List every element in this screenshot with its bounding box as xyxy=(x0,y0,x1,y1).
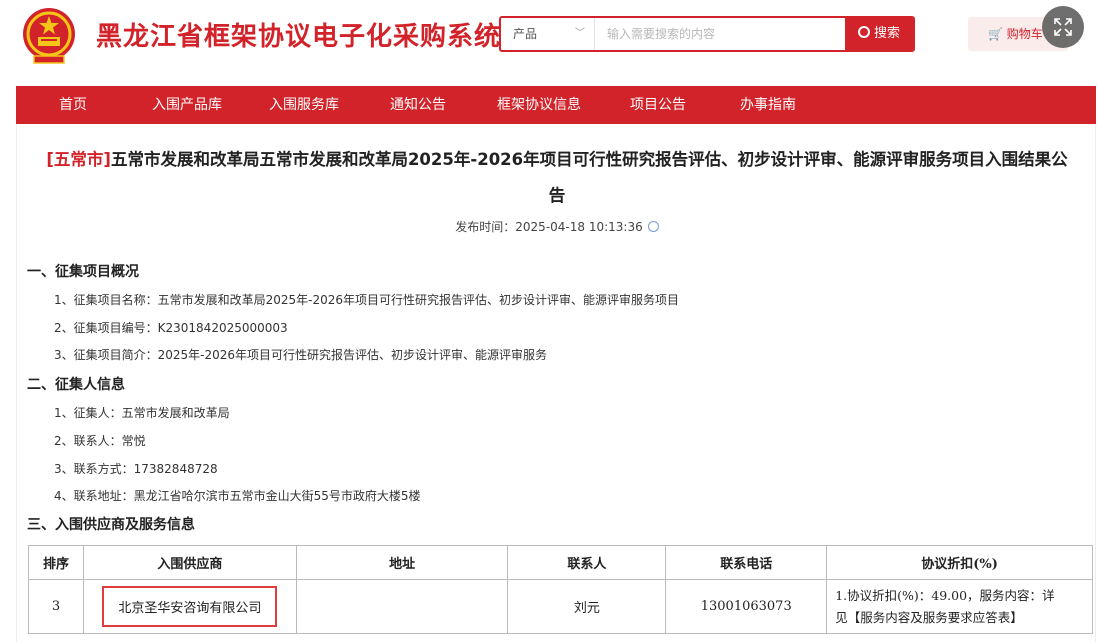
publish-time-value: 2025-04-18 10:13:36 xyxy=(515,220,643,234)
nav-notices[interactable]: 通知公告 xyxy=(390,86,446,124)
section-heading: 二、征集人信息 xyxy=(27,377,125,393)
site-title: 黑龙江省框架协议电子化采购系统 xyxy=(96,22,502,52)
cell-contact: 刘元 xyxy=(507,579,667,634)
section-item: 3、征集项目简介：2025年-2026年项目可行性研究报告评估、初步设计评审、能… xyxy=(54,348,548,362)
section-item: 1、征集项目名称：五常市发展和改革局2025年-2026年项目可行性研究报告评估… xyxy=(54,293,680,307)
cell-discount: 1.协议折扣(%)：49.00，服务内容：详 见【服务内容及服务要求应答表】 xyxy=(826,579,1093,634)
expand-button[interactable] xyxy=(1042,6,1084,48)
article-title-line1: 五常市发展和改革局五常市发展和改革局2025年-2026年项目可行性研究报告评估… xyxy=(110,150,1068,169)
section-heading: 三、入围供应商及服务信息 xyxy=(27,517,195,533)
cart-label: 购物车 xyxy=(1006,27,1043,41)
site-header: 黑龙江省框架协议电子化采购系统 产品 ﹀ 搜索 🛒 购物车 xyxy=(0,0,1098,86)
cell-supplier: 北京圣华安咨询有限公司 xyxy=(82,579,297,634)
search-button[interactable]: 搜索 xyxy=(845,18,913,50)
search-input[interactable] xyxy=(597,18,847,50)
article-title-line2: 告 xyxy=(548,186,566,205)
section-heading: 一、征集项目概况 xyxy=(27,264,139,280)
discount-line1: 1.协议折扣(%)：49.00，服务内容：详 xyxy=(835,587,1055,603)
column-header: 协议折扣(%) xyxy=(826,545,1093,580)
article-title: [五常市]五常市发展和改革局五常市发展和改革局2025年-2026年项目可行性研… xyxy=(27,142,1087,214)
table-row: 3 北京圣华安咨询有限公司 刘元 13001063073 1.协议折扣(%)：4… xyxy=(28,579,1093,634)
supplier-name-highlighted: 北京圣华安咨询有限公司 xyxy=(102,586,278,627)
cell-rank: 3 xyxy=(28,579,84,634)
search-icon xyxy=(857,26,870,38)
table-header-row: 排序 入围供应商 地址 联系人 联系电话 协议折扣(%) xyxy=(28,545,1093,580)
cell-address xyxy=(295,579,509,634)
search-category-select[interactable]: 产品 ﹀ xyxy=(501,18,595,50)
column-header: 排序 xyxy=(28,545,84,580)
main-nav: 首页 入围产品库 入围服务库 通知公告 框架协议信息 项目公告 办事指南 xyxy=(16,86,1096,124)
column-header: 地址 xyxy=(295,545,509,580)
supplier-table: 排序 入围供应商 地址 联系人 联系电话 协议折扣(%) 3 北京圣华安咨询有限… xyxy=(28,545,1093,634)
search-bar: 产品 ﹀ 搜索 xyxy=(499,16,915,52)
article-container: [五常市]五常市发展和改革局五常市发展和改革局2025年-2026年项目可行性研… xyxy=(16,124,1096,642)
section-item: 3、联系方式：17382848728 xyxy=(54,462,218,476)
expand-icon xyxy=(1054,18,1072,36)
nav-home[interactable]: 首页 xyxy=(59,86,87,124)
national-emblem-icon xyxy=(23,8,75,64)
section-item: 2、联系人：常悦 xyxy=(54,434,146,448)
nav-project-announcements[interactable]: 项目公告 xyxy=(630,86,686,124)
column-header: 入围供应商 xyxy=(82,545,297,580)
print-icon[interactable] xyxy=(647,221,659,232)
nav-framework-info[interactable]: 框架协议信息 xyxy=(497,86,581,124)
search-button-label: 搜索 xyxy=(873,26,900,41)
publish-time: 发布时间：2025-04-18 10:13:36 xyxy=(17,218,1097,235)
section-item: 1、征集人：五常市发展和改革局 xyxy=(54,406,230,420)
discount-line2: 见【服务内容及服务要求应答表】 xyxy=(835,609,1023,625)
column-header: 联系人 xyxy=(507,545,667,580)
section-item: 2、征集项目编号：K2301842025000003 xyxy=(54,321,288,335)
section-item: 4、联系地址：黑龙江省哈尔滨市五常市金山大街55号市政府大楼5楼 xyxy=(54,489,421,503)
publish-label: 发布时间： xyxy=(455,220,516,234)
region-tag: [五常市] xyxy=(46,150,111,169)
column-header: 联系电话 xyxy=(665,545,828,580)
cell-phone: 13001063073 xyxy=(665,579,828,634)
nav-service-library[interactable]: 入围服务库 xyxy=(269,86,339,124)
chevron-down-icon: ﹀ xyxy=(575,28,585,39)
search-category-label: 产品 xyxy=(513,27,538,41)
nav-guide[interactable]: 办事指南 xyxy=(740,86,796,124)
cart-icon: 🛒 xyxy=(988,27,1003,41)
nav-product-library[interactable]: 入围产品库 xyxy=(152,86,222,124)
